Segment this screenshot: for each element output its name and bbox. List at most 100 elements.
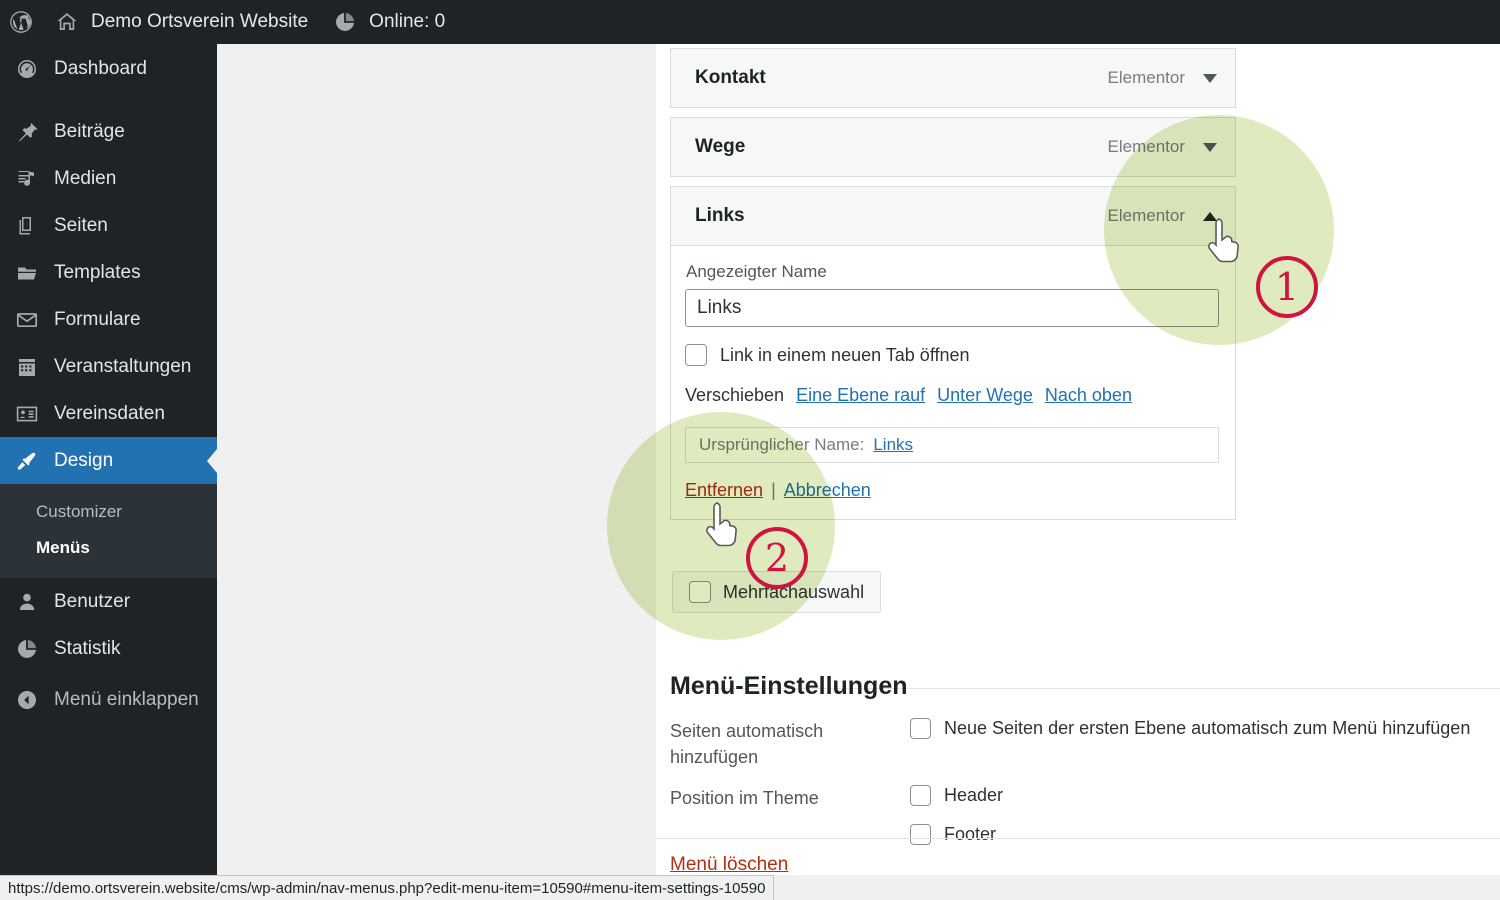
menu-editor-content: Kontakt Elementor Wege Elementor Links E… — [656, 44, 1500, 875]
setting-auto-add-pages: Seiten automatisch hinzufügen Neue Seite… — [670, 718, 1470, 770]
paintbrush-icon — [14, 448, 40, 474]
new-tab-label: Link in einem neuen Tab öffnen — [720, 344, 970, 365]
footer-divider — [656, 838, 1500, 839]
menu-item-panel-header[interactable]: Wege Elementor — [671, 118, 1235, 176]
admin-bar: Demo Ortsverein Website Online: 0 — [0, 0, 1500, 44]
sidebar-item-veranstaltungen[interactable]: Veranstaltungen — [0, 343, 217, 390]
navigation-label-label: Angezeigter Name — [686, 262, 827, 281]
move-under-wege-link[interactable]: Unter Wege — [937, 385, 1033, 406]
new-tab-checkbox-row[interactable]: Link in einem neuen Tab öffnen — [685, 344, 1219, 366]
menu-item-panel-kontakt[interactable]: Kontakt Elementor — [670, 48, 1236, 108]
theme-location-header-label: Header — [944, 785, 1004, 805]
annotation-badge-2: 2 — [746, 527, 808, 589]
sidebar-subitem-menues[interactable]: Menüs — [0, 530, 217, 566]
pie-chart-icon — [14, 636, 40, 662]
sidebar-item-label: Benutzer — [54, 590, 131, 612]
annotation-badge-number: 1 — [1274, 265, 1300, 309]
sidebar-item-templates[interactable]: Templates — [0, 249, 217, 296]
design-submenu: Customizer Menüs — [0, 484, 217, 578]
cancel-edit-link[interactable]: Abbrechen — [784, 480, 871, 501]
auto-add-pages-checkbox[interactable] — [910, 718, 931, 739]
theme-location-footer-checkbox[interactable] — [910, 824, 931, 845]
browser-status-bar: https://demo.ortsverein.website/cms/wp-a… — [0, 875, 775, 900]
move-to-top-link[interactable]: Nach oben — [1045, 385, 1132, 406]
menu-item-type: Elementor — [1107, 206, 1185, 225]
remove-menu-item-link[interactable]: Entfernen — [685, 480, 763, 501]
user-icon — [14, 589, 40, 615]
bulk-select-checkbox[interactable] — [689, 581, 711, 603]
sidebar-item-statistik[interactable]: Statistik — [0, 625, 217, 672]
admin-sidebar: Dashboard Beiträge Medien Seiten Templat… — [0, 44, 217, 900]
sidebar-item-dashboard[interactable]: Dashboard — [0, 44, 217, 94]
online-count-menu[interactable]: Online: 0 — [320, 0, 457, 44]
menu-item-panel-wege[interactable]: Wege Elementor — [670, 117, 1236, 177]
delete-menu-link[interactable]: Menü löschen — [670, 854, 788, 875]
wordpress-logo-button[interactable] — [0, 0, 42, 44]
media-icon — [14, 166, 40, 192]
collapse-arrow-icon — [14, 687, 40, 713]
sidebar-item-collapse-menu[interactable]: Menü einklappen — [0, 676, 217, 723]
original-name-row: Ursprünglicher Name: Links — [685, 427, 1219, 463]
sidebar-item-seiten[interactable]: Seiten — [0, 202, 217, 249]
sidebar-item-label: Dashboard — [54, 58, 147, 79]
sidebar-item-label: Vereinsdaten — [54, 402, 165, 424]
navigation-label-input[interactable]: Links — [685, 289, 1219, 327]
sidebar-item-label: Menü einklappen — [54, 688, 199, 710]
work-area-background — [217, 44, 656, 875]
menu-item-panel-header[interactable]: Links Elementor — [671, 187, 1235, 245]
setting-label: Position im Theme — [670, 788, 819, 808]
auto-add-pages-label: Neue Seiten der ersten Ebene automatisch… — [944, 718, 1471, 738]
original-name-link[interactable]: Links — [873, 435, 913, 455]
sidebar-item-label: Beiträge — [54, 120, 125, 142]
theme-location-header-checkbox[interactable] — [910, 785, 931, 806]
dashboard-icon — [14, 56, 40, 82]
sidebar-subitem-label: Menüs — [36, 538, 90, 557]
menu-item-title: Kontakt — [695, 67, 766, 88]
sidebar-item-label: Formulare — [54, 308, 141, 330]
move-up-one-level-link[interactable]: Eine Ebene rauf — [796, 385, 925, 406]
chevron-down-icon[interactable] — [1203, 142, 1217, 152]
menu-item-panel-header[interactable]: Kontakt Elementor — [671, 49, 1235, 107]
sidebar-item-label: Statistik — [54, 637, 121, 659]
sidebar-subitem-label: Customizer — [36, 502, 122, 521]
sidebar-item-label: Templates — [54, 261, 141, 283]
setting-label: Seiten automatisch hinzufügen — [670, 721, 824, 767]
auto-add-pages-option[interactable]: Neue Seiten der ersten Ebene automatisch… — [910, 718, 1470, 739]
sidebar-subitem-customizer[interactable]: Customizer — [0, 494, 217, 530]
new-tab-checkbox[interactable] — [685, 344, 707, 366]
original-name-label: Ursprünglicher Name: — [699, 435, 865, 454]
theme-location-footer-label: Footer — [944, 824, 997, 844]
status-bar-url: https://demo.ortsverein.website/cms/wp-a… — [8, 879, 766, 897]
calendar-icon — [14, 354, 40, 380]
site-name-label: Demo Ortsverein Website — [91, 11, 309, 32]
setting-theme-locations: Position im Theme Header Footer — [670, 785, 1003, 845]
menu-item-edit-form: Angezeigter Name Links Link in einem neu… — [671, 245, 1235, 519]
sidebar-item-label: Design — [54, 449, 114, 471]
navigation-label-value: Links — [697, 297, 742, 318]
sidebar-item-design[interactable]: Design — [0, 437, 217, 484]
theme-location-footer-option[interactable]: Footer — [910, 824, 1003, 845]
move-row: Verschieben Eine Ebene rauf Unter Wege N… — [685, 385, 1219, 406]
site-name-menu[interactable]: Demo Ortsverein Website — [42, 0, 320, 44]
menu-item-type: Elementor — [1107, 137, 1185, 156]
sidebar-item-vereinsdaten[interactable]: Vereinsdaten — [0, 390, 217, 437]
pie-chart-icon — [332, 9, 358, 35]
actions-separator: | — [771, 480, 776, 500]
theme-location-header-option[interactable]: Header — [910, 785, 1003, 806]
id-card-icon — [14, 401, 40, 427]
folder-icon — [14, 260, 40, 286]
menu-settings-title: Menü-Einstellungen — [670, 672, 908, 700]
envelope-icon — [14, 307, 40, 333]
chevron-up-icon[interactable] — [1203, 211, 1217, 221]
sidebar-item-medien[interactable]: Medien — [0, 155, 217, 202]
sidebar-item-label: Medien — [54, 167, 117, 189]
annotation-badge-1: 1 — [1256, 256, 1318, 318]
move-label: Verschieben — [685, 385, 785, 405]
sidebar-item-beitraege[interactable]: Beiträge — [0, 108, 217, 155]
menu-item-actions: Entfernen | Abbrechen — [685, 480, 1219, 501]
menu-item-panel-links[interactable]: Links Elementor Angezeigter Name Links L… — [670, 186, 1236, 520]
sidebar-item-benutzer[interactable]: Benutzer — [0, 578, 217, 625]
online-count-label: Online: 0 — [369, 11, 446, 32]
chevron-down-icon[interactable] — [1203, 73, 1217, 83]
sidebar-item-formulare[interactable]: Formulare — [0, 296, 217, 343]
